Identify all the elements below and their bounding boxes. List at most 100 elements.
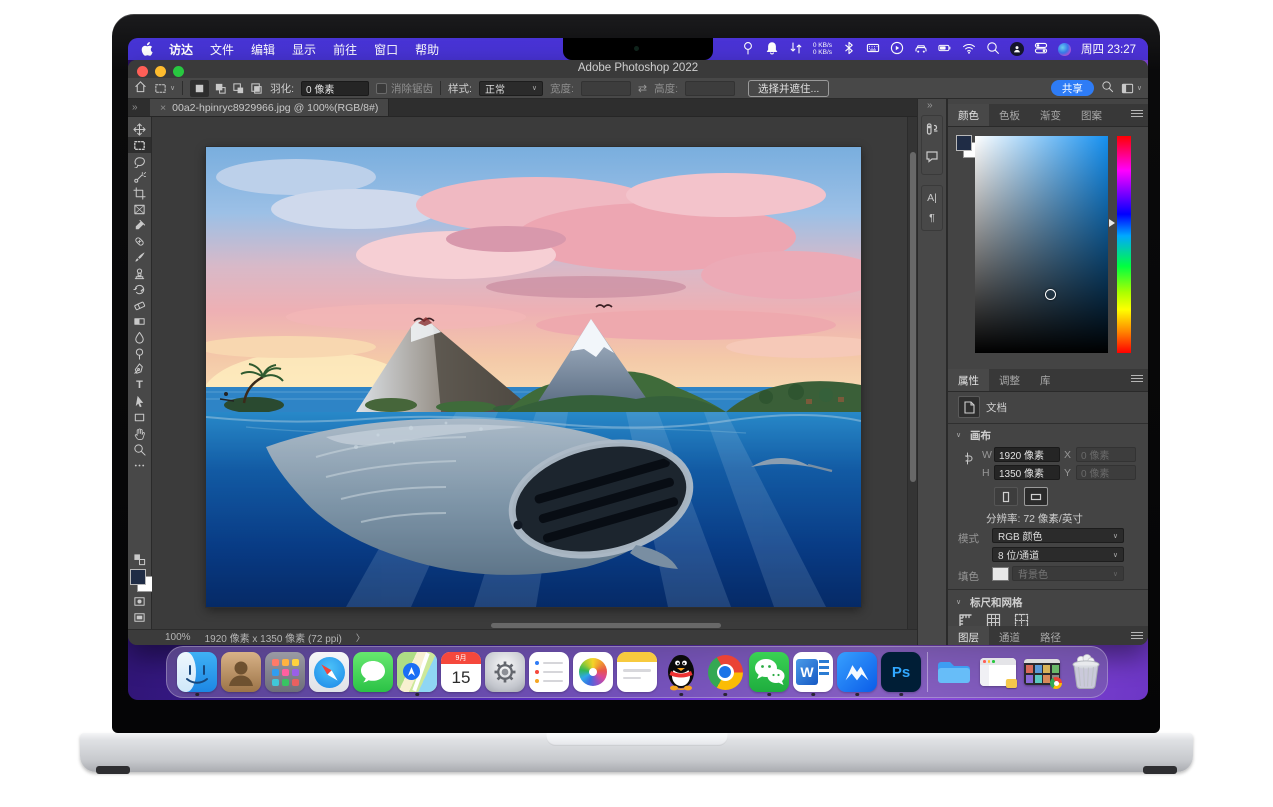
status-chevron-icon[interactable]: 〉 xyxy=(356,631,365,644)
lasso-tool[interactable] xyxy=(128,153,151,169)
document-canvas[interactable] xyxy=(206,147,861,607)
siri-icon[interactable] xyxy=(1058,43,1071,56)
carplay-icon[interactable] xyxy=(914,41,928,58)
width-input[interactable] xyxy=(581,81,631,96)
move-tool[interactable] xyxy=(128,121,151,137)
tab-close-icon[interactable]: × xyxy=(160,102,166,114)
tab-gradients[interactable]: 渐变 xyxy=(1030,104,1071,126)
dock-item-system-settings[interactable] xyxy=(483,647,527,697)
comments-icon[interactable] xyxy=(925,149,939,168)
dock-item-chrome[interactable] xyxy=(703,647,747,697)
link-dimensions-icon[interactable] xyxy=(960,451,975,471)
collapse-panels-icon[interactable]: » xyxy=(927,100,933,111)
eraser-tool[interactable] xyxy=(128,297,151,313)
dock-item-calendar[interactable]: 9月 15 xyxy=(439,647,483,697)
dock-item-contacts[interactable] xyxy=(219,647,263,697)
play-icon[interactable] xyxy=(890,41,904,58)
spot-healing-tool[interactable] xyxy=(128,233,151,249)
pin-icon[interactable] xyxy=(741,41,755,58)
edit-toolbar-icon[interactable] xyxy=(128,457,151,473)
zoom-tool[interactable] xyxy=(128,441,151,457)
layers-panel-menu-icon[interactable] xyxy=(1131,632,1143,641)
dock-item-qq[interactable] xyxy=(659,647,703,697)
screen-mode-icon[interactable] xyxy=(128,609,151,625)
toggles-icon[interactable] xyxy=(1034,41,1048,58)
bluetooth-icon[interactable] xyxy=(842,41,856,58)
landscape-orientation-button[interactable] xyxy=(1024,487,1048,506)
canvas-area[interactable] xyxy=(152,117,917,629)
share-button[interactable]: 共享 xyxy=(1051,80,1094,96)
horizontal-scrollbar-thumb[interactable] xyxy=(491,623,721,628)
arrows-icon[interactable] xyxy=(789,41,803,58)
bit-depth-dropdown[interactable]: 8 位/通道 ∨ xyxy=(992,547,1124,562)
rectangle-tool[interactable] xyxy=(128,409,151,425)
dock-item-launchpad[interactable] xyxy=(263,647,307,697)
rulers-section-caret[interactable]: ∨ xyxy=(956,598,961,606)
foreground-color-swatch[interactable] xyxy=(130,569,146,585)
paragraph-panel-icon[interactable]: ¶ xyxy=(929,212,935,224)
wifi-icon[interactable] xyxy=(962,41,976,58)
options-search-icon[interactable] xyxy=(1101,80,1114,96)
clone-stamp-tool[interactable] xyxy=(128,265,151,281)
width-value-input[interactable]: 1920 像素 xyxy=(994,447,1060,462)
tab-properties[interactable]: 属性 xyxy=(948,369,989,391)
dock-item-tencent-meeting[interactable] xyxy=(835,647,879,697)
menu-item-help[interactable]: 帮助 xyxy=(415,41,439,58)
dock-item-reminders[interactable] xyxy=(527,647,571,697)
mode-dropdown[interactable]: RGB 颜色 ∨ xyxy=(992,528,1124,543)
dock-item-messages[interactable] xyxy=(351,647,395,697)
gradient-tool[interactable] xyxy=(128,313,151,329)
y-value-input[interactable]: 0 像素 xyxy=(1076,465,1136,480)
selection-subtract-button[interactable] xyxy=(232,82,245,95)
style-dropdown[interactable]: 正常 ∨ xyxy=(479,81,543,96)
workspace-switcher[interactable]: ∨ xyxy=(1121,82,1142,95)
dock-item-safari[interactable] xyxy=(307,647,351,697)
history-brush-tool[interactable] xyxy=(128,281,151,297)
color-saturation-field[interactable] xyxy=(975,136,1108,353)
tab-paths[interactable]: 路径 xyxy=(1030,626,1071,645)
color-picker-ring[interactable] xyxy=(1045,289,1056,300)
x-value-input[interactable]: 0 像素 xyxy=(1076,447,1136,462)
properties-panel-menu-icon[interactable] xyxy=(1131,375,1143,384)
canvas-section-caret[interactable]: ∨ xyxy=(956,431,961,439)
dock-item-trash[interactable] xyxy=(1064,647,1108,697)
network-speed[interactable]: 0 KB/s 0 KB/s xyxy=(813,42,832,56)
crop-tool[interactable] xyxy=(128,185,151,201)
swap-dimensions-icon[interactable]: ⇄ xyxy=(638,82,647,95)
document-tab[interactable]: × 00a2-hpinryc8929966.jpg @ 100%(RGB/8#) xyxy=(150,99,389,116)
dock-item-photos[interactable] xyxy=(571,647,615,697)
tab-color[interactable]: 颜色 xyxy=(948,104,989,126)
height-input[interactable] xyxy=(685,81,735,96)
tab-swatches[interactable]: 色板 xyxy=(989,104,1030,126)
quick-selection-tool[interactable] xyxy=(128,169,151,185)
tab-layers[interactable]: 图层 xyxy=(948,626,989,645)
dock-item-downloads-folder[interactable] xyxy=(932,647,976,697)
menu-item-view[interactable]: 显示 xyxy=(292,41,316,58)
search-icon[interactable] xyxy=(986,41,1000,58)
tab-adjustments[interactable]: 调整 xyxy=(989,369,1030,391)
dock-item-wechat[interactable] xyxy=(747,647,791,697)
document-info[interactable]: 1920 像素 x 1350 像素 (72 ppi) xyxy=(205,630,342,645)
dock-item-word[interactable]: W xyxy=(791,647,835,697)
adjustments-icon[interactable] xyxy=(925,122,939,141)
menu-item-file[interactable]: 文件 xyxy=(210,41,234,58)
tab-channels[interactable]: 通道 xyxy=(989,626,1030,645)
portrait-orientation-button[interactable] xyxy=(994,487,1018,506)
rectangular-marquee-tool[interactable] xyxy=(128,137,151,153)
dock-item-finder-window[interactable] xyxy=(976,647,1020,697)
window-titlebar[interactable]: Adobe Photoshop 2022 xyxy=(128,60,1148,78)
character-panel-icon[interactable]: A| xyxy=(927,192,937,204)
menu-item-go[interactable]: 前往 xyxy=(333,41,357,58)
dodge-tool[interactable] xyxy=(128,345,151,361)
tab-overflow-icon[interactable]: » xyxy=(132,102,138,113)
pen-tool[interactable] xyxy=(128,361,151,377)
notification-bell-icon[interactable] xyxy=(765,41,779,58)
menu-item-edit[interactable]: 编辑 xyxy=(251,41,275,58)
zoom-level[interactable]: 100% xyxy=(165,632,191,643)
anti-alias-control[interactable]: 消除锯齿 xyxy=(376,81,433,96)
hand-tool[interactable] xyxy=(128,425,151,441)
menu-item-finder[interactable]: 访达 xyxy=(169,41,193,58)
brush-tool[interactable] xyxy=(128,249,151,265)
eyedropper-tool[interactable] xyxy=(128,217,151,233)
dock-item-finder[interactable] xyxy=(175,647,219,697)
